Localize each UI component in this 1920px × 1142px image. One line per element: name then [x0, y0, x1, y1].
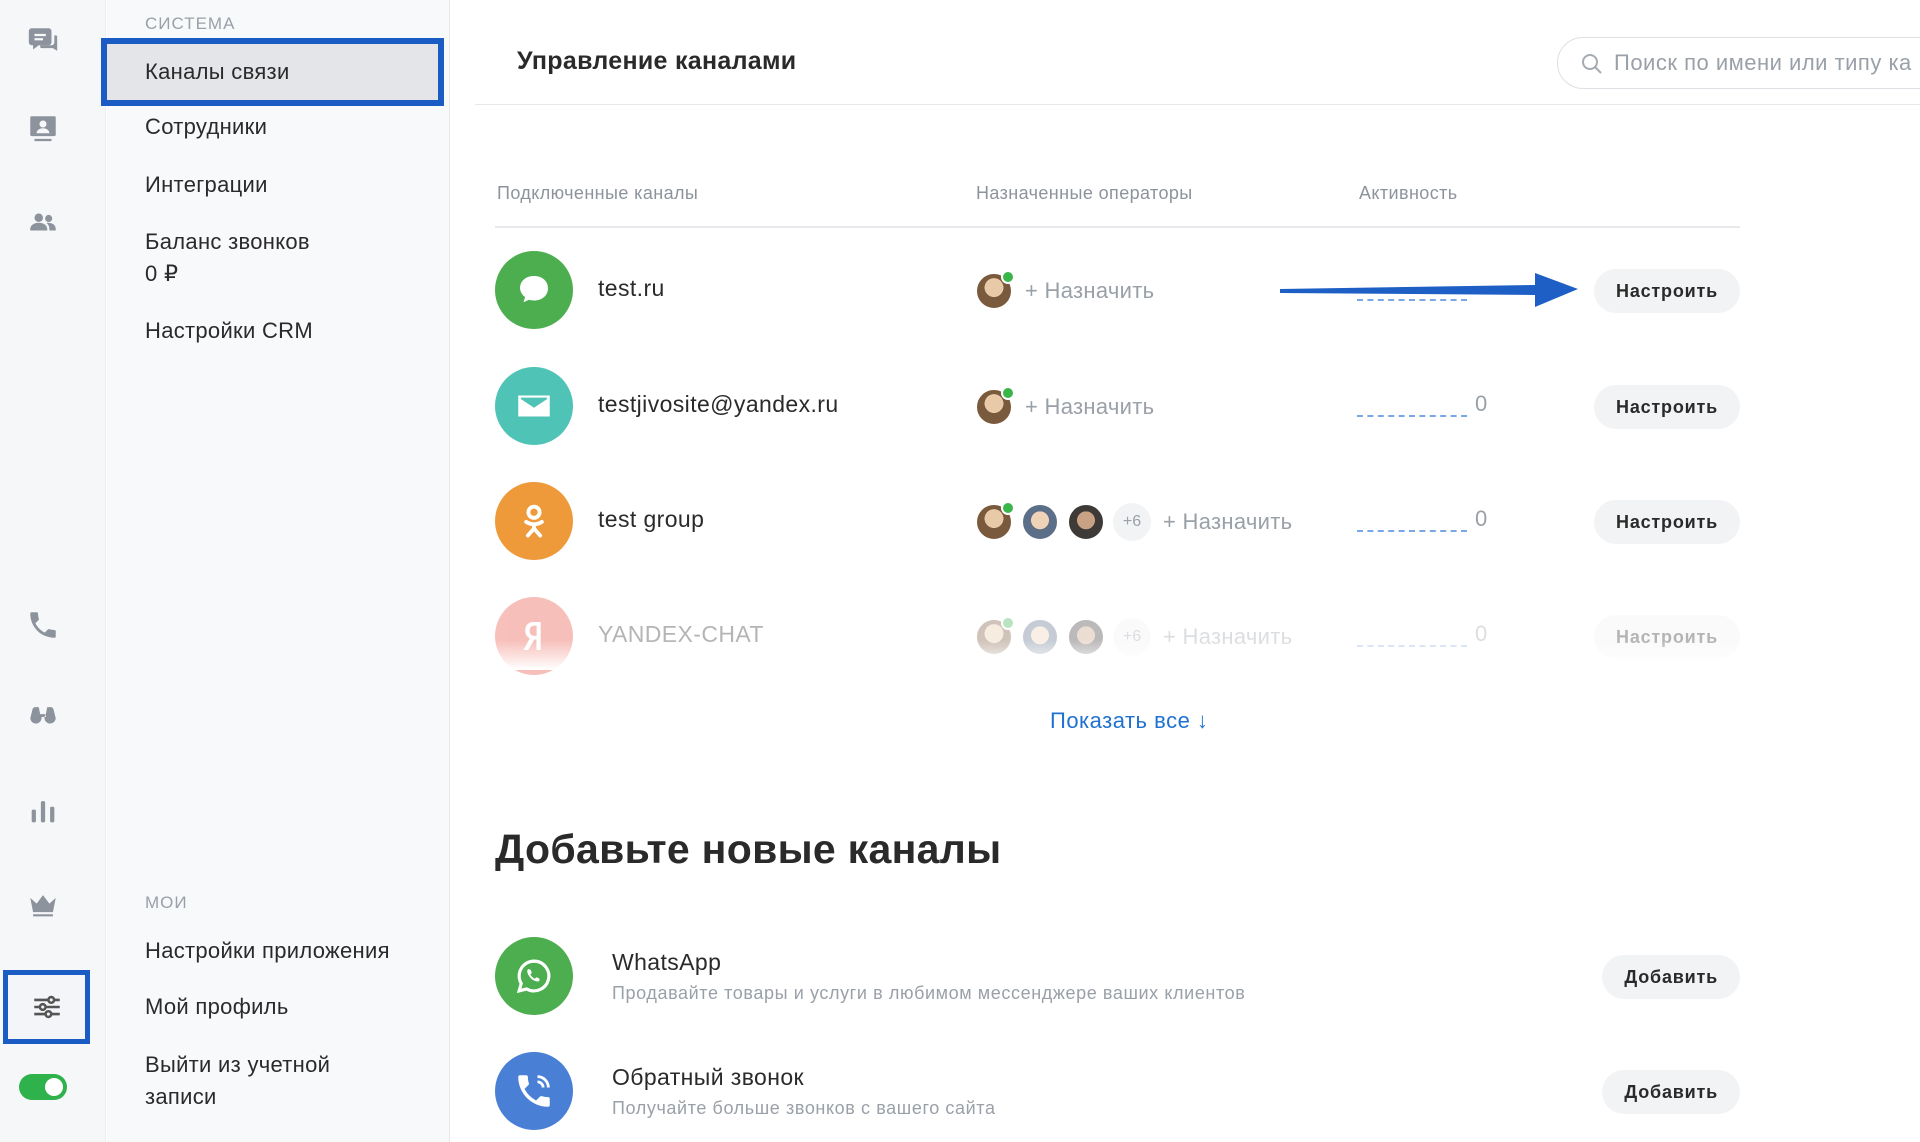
- configure-button[interactable]: Настроить: [1594, 385, 1740, 429]
- add-button[interactable]: Добавить: [1602, 955, 1740, 999]
- assign-link[interactable]: + Назначить: [1025, 394, 1154, 420]
- column-header-operators: Назначенные операторы: [976, 183, 1193, 203]
- search-input[interactable]: [1614, 46, 1920, 80]
- column-header-activity: Активность: [1359, 183, 1458, 203]
- configure-button[interactable]: Настроить: [1594, 500, 1740, 544]
- odnoklassniki-icon: [495, 482, 573, 560]
- channel-name[interactable]: testjivosite@yandex.ru: [598, 391, 839, 418]
- settings-sliders-icon[interactable]: [3, 970, 90, 1044]
- email-channel-icon: [495, 367, 573, 445]
- table-divider: [495, 226, 1740, 228]
- search-box[interactable]: [1557, 37, 1920, 89]
- add-channel-desc: Продавайте товары и услуги в любимом мес…: [612, 983, 1246, 1003]
- add-button[interactable]: Добавить: [1602, 1070, 1740, 1114]
- chat-channel-icon: [495, 251, 573, 329]
- avatar[interactable]: [975, 501, 1015, 541]
- whatsapp-icon: [495, 937, 573, 1015]
- menu-item-my-profile[interactable]: Мой профиль: [145, 991, 435, 1023]
- activity-value: 0: [1475, 391, 1488, 416]
- activity-sparkline: [1357, 415, 1467, 417]
- menu-item-integrations[interactable]: Интеграции: [145, 169, 435, 201]
- annotation-arrow: [1280, 273, 1578, 307]
- menu-item-employees[interactable]: Сотрудники: [145, 111, 435, 143]
- avatar[interactable]: [975, 270, 1015, 310]
- operators: +6 + Назначить: [975, 501, 1292, 542]
- table-row: testjivosite@yandex.ru + Назначить 0 Нас…: [495, 367, 1740, 447]
- menu-item-logout[interactable]: Выйти из учетной записи: [145, 1049, 375, 1113]
- online-status-toggle[interactable]: [19, 1074, 67, 1100]
- list-item: Обратный звонок Получайте больше звонков…: [495, 1052, 1740, 1132]
- crown-icon[interactable]: [20, 882, 66, 928]
- table-row: test group +6 + Назначить 0 Настроить: [495, 482, 1740, 562]
- page-title: Управление каналами: [517, 47, 797, 75]
- search-icon: [1582, 54, 1602, 74]
- system-section-label: СИСТЕМА: [145, 14, 236, 33]
- call-balance-label: Баланс звонков: [145, 229, 310, 254]
- configure-button[interactable]: Настроить: [1594, 269, 1740, 313]
- channel-name[interactable]: test.ru: [598, 275, 665, 302]
- activity-value: 0: [1475, 506, 1488, 531]
- add-channel-name: Обратный звонок: [612, 1064, 804, 1090]
- my-section-label: МОИ: [145, 893, 188, 912]
- menu-item-crm-settings[interactable]: Настройки CRM: [145, 315, 435, 347]
- more-operators-count[interactable]: +6: [1113, 503, 1151, 541]
- icon-rail: [0, 0, 106, 1142]
- list-fade-overlay: [480, 640, 1780, 670]
- call-balance-value: 0 ₽: [145, 261, 179, 286]
- callback-phone-icon: [495, 1052, 573, 1130]
- add-channels-title: Добавьте новые каналы: [495, 826, 1002, 872]
- list-item: WhatsApp Продавайте товары и услуги в лю…: [495, 937, 1740, 1017]
- settings-menu: СИСТЕМА Каналы связи Сотрудники Интеграц…: [101, 0, 450, 1142]
- menu-item-call-balance[interactable]: Баланс звонков 0 ₽: [145, 226, 435, 290]
- avatar[interactable]: [1067, 503, 1105, 541]
- assign-link[interactable]: + Назначить: [1025, 278, 1154, 304]
- operators: + Назначить: [975, 270, 1154, 311]
- add-channel-desc: Получайте больше звонков с вашего сайта: [612, 1098, 996, 1118]
- phone-icon[interactable]: [20, 602, 66, 648]
- assign-link[interactable]: + Назначить: [1163, 509, 1292, 535]
- operators: + Назначить: [975, 386, 1154, 427]
- menu-item-app-settings[interactable]: Настройки приложения: [145, 935, 435, 967]
- activity-sparkline: [1357, 530, 1467, 532]
- menu-item-channels[interactable]: Каналы связи: [101, 38, 444, 106]
- channel-name[interactable]: test group: [598, 506, 704, 533]
- add-channel-name: WhatsApp: [612, 949, 722, 975]
- chats-icon[interactable]: [20, 18, 66, 64]
- binoculars-icon[interactable]: [20, 694, 66, 740]
- avatar[interactable]: [1021, 503, 1059, 541]
- page-header: Управление каналами: [475, 0, 1920, 105]
- team-icon[interactable]: [20, 199, 66, 245]
- column-header-channels: Подключенные каналы: [497, 183, 699, 203]
- avatar[interactable]: [975, 386, 1015, 426]
- show-all-link[interactable]: Показать все ↓: [1050, 708, 1208, 734]
- visitors-icon[interactable]: [20, 106, 66, 152]
- stats-icon[interactable]: [20, 788, 66, 834]
